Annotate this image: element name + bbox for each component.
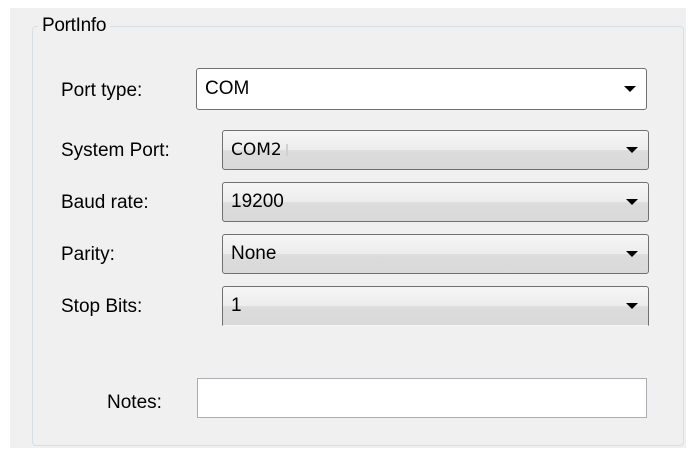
- notes-label: Notes:: [107, 392, 162, 413]
- notes-input[interactable]: [197, 378, 647, 418]
- group-title: PortInfo: [38, 16, 111, 36]
- chevron-down-icon[interactable]: [624, 86, 636, 92]
- parity-select[interactable]: None: [222, 234, 649, 274]
- port-type-select[interactable]: COM: [196, 68, 647, 110]
- port-type-label: Port type:: [61, 80, 143, 101]
- port-type-value: COM: [205, 78, 250, 99]
- baud-rate-value: 19200: [231, 191, 284, 212]
- stop-bits-label: Stop Bits:: [61, 296, 143, 317]
- system-port-value: COM2: [231, 131, 288, 169]
- stop-bits-select[interactable]: 1: [222, 286, 649, 326]
- chevron-down-icon[interactable]: [626, 199, 638, 205]
- text-cursor: [285, 144, 288, 156]
- baud-rate-select[interactable]: 19200: [222, 182, 649, 222]
- parity-label: Parity:: [61, 244, 115, 265]
- parity-value: None: [231, 243, 277, 264]
- system-port-value-text: COM2: [231, 140, 282, 160]
- baud-rate-label: Baud rate:: [61, 192, 149, 213]
- system-port-select[interactable]: COM2: [222, 130, 649, 170]
- chevron-down-icon[interactable]: [626, 251, 638, 257]
- stop-bits-value: 1: [231, 295, 242, 316]
- chevron-down-icon[interactable]: [626, 147, 638, 153]
- chevron-down-icon[interactable]: [626, 303, 638, 309]
- system-port-label: System Port:: [61, 140, 170, 161]
